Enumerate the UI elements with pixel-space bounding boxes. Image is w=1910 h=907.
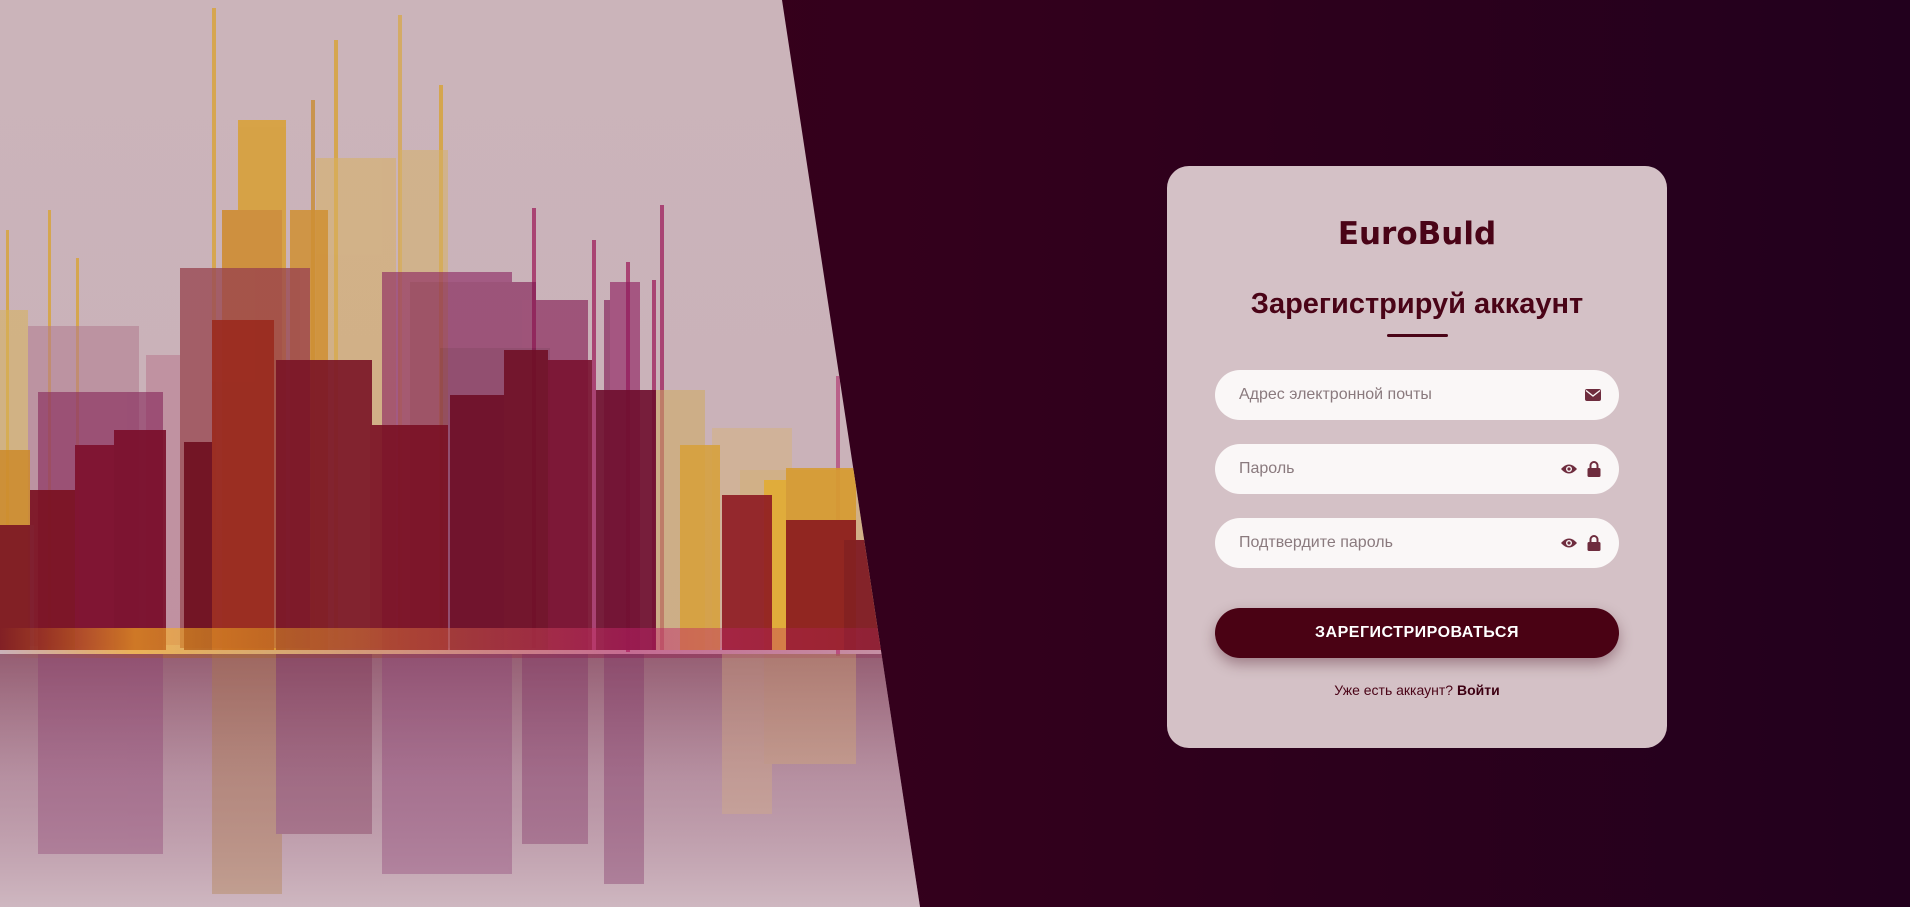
login-prompt-text: Уже есть аккаунт? [1334,682,1454,698]
password-field [1215,444,1619,494]
form-title: Зарегистрируй аккаунт [1250,288,1584,320]
envelope-icon [1585,389,1601,401]
lock-icon [1587,535,1601,551]
brand-logo: EuroBuld [1337,216,1497,252]
eye-icon[interactable] [1560,537,1578,549]
lock-icon [1587,461,1601,477]
email-input[interactable] [1215,370,1539,420]
registration-page: EuroBuld Зарегистрируй аккаунт Адрес эле… [0,0,1910,907]
confirm-password-field [1215,518,1619,568]
registration-card: EuroBuld Зарегистрируй аккаунт Адрес эле… [1167,166,1667,748]
title-underline [1387,334,1448,337]
login-prompt: Уже есть аккаунт? Войти [1167,682,1667,698]
register-button[interactable]: ЗАРЕГИСТРИРОВАТЬСЯ [1215,608,1619,658]
eye-icon[interactable] [1560,463,1578,475]
confirm-password-input[interactable] [1215,518,1539,568]
email-field [1215,370,1619,420]
city-skyline-illustration [0,0,920,907]
login-link[interactable]: Войти [1457,682,1500,698]
password-input[interactable] [1215,444,1539,494]
